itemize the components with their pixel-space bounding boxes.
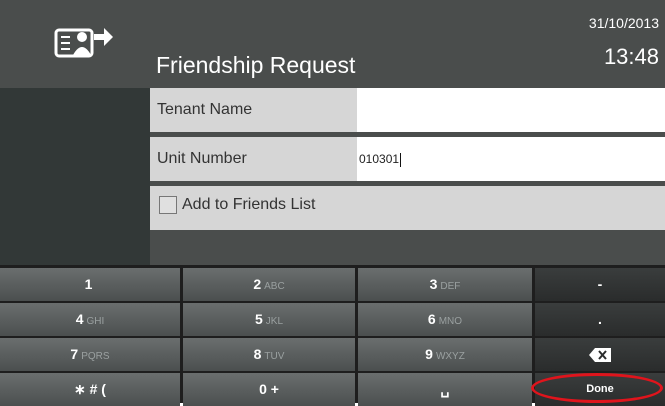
add-to-friends-label: Add to Friends List: [182, 196, 316, 213]
key-space[interactable]: ␣: [358, 373, 532, 406]
text-cursor: [400, 152, 402, 167]
add-to-friends-checkbox[interactable]: [159, 196, 177, 214]
backspace-icon: [589, 348, 611, 363]
page-title: Friendship Request: [156, 52, 356, 78]
key-dot[interactable]: .: [535, 303, 665, 336]
tenant-name-input[interactable]: [357, 88, 665, 132]
key-7[interactable]: 7 PQRS: [0, 338, 180, 371]
key-4[interactable]: 4 GHI: [0, 303, 180, 336]
date-label: 31/10/2013: [588, 15, 659, 31]
key-6[interactable]: 6 MNO: [358, 303, 532, 336]
key-2[interactable]: 2 ABC: [183, 268, 355, 301]
add-to-friends-row[interactable]: Add to Friends List: [150, 186, 665, 230]
unit-number-input[interactable]: 010301: [357, 137, 665, 181]
header-bar: Friendship Request 31/10/2013 13:48: [0, 0, 665, 88]
key-symbols[interactable]: ∗ # (: [0, 373, 180, 406]
key-9[interactable]: 9 WXYZ: [358, 338, 532, 371]
time-label: 13:48: [603, 44, 659, 69]
key-3[interactable]: 3 DEF: [358, 268, 532, 301]
key-8[interactable]: 8 TUV: [183, 338, 355, 371]
unit-number-label: Unit Number: [150, 137, 357, 181]
highlight-ellipse: [531, 373, 663, 403]
backspace-key[interactable]: [535, 338, 665, 371]
contact-transfer-icon: [54, 28, 113, 58]
key-1[interactable]: 1: [0, 268, 180, 301]
key-0[interactable]: 0 +: [183, 373, 355, 406]
left-side-panel: [0, 88, 150, 265]
tenant-name-label: Tenant Name: [150, 88, 357, 132]
key-5[interactable]: 5 JKL: [183, 303, 355, 336]
key-dash[interactable]: -: [535, 268, 665, 301]
unit-number-value: 010301: [359, 152, 400, 166]
